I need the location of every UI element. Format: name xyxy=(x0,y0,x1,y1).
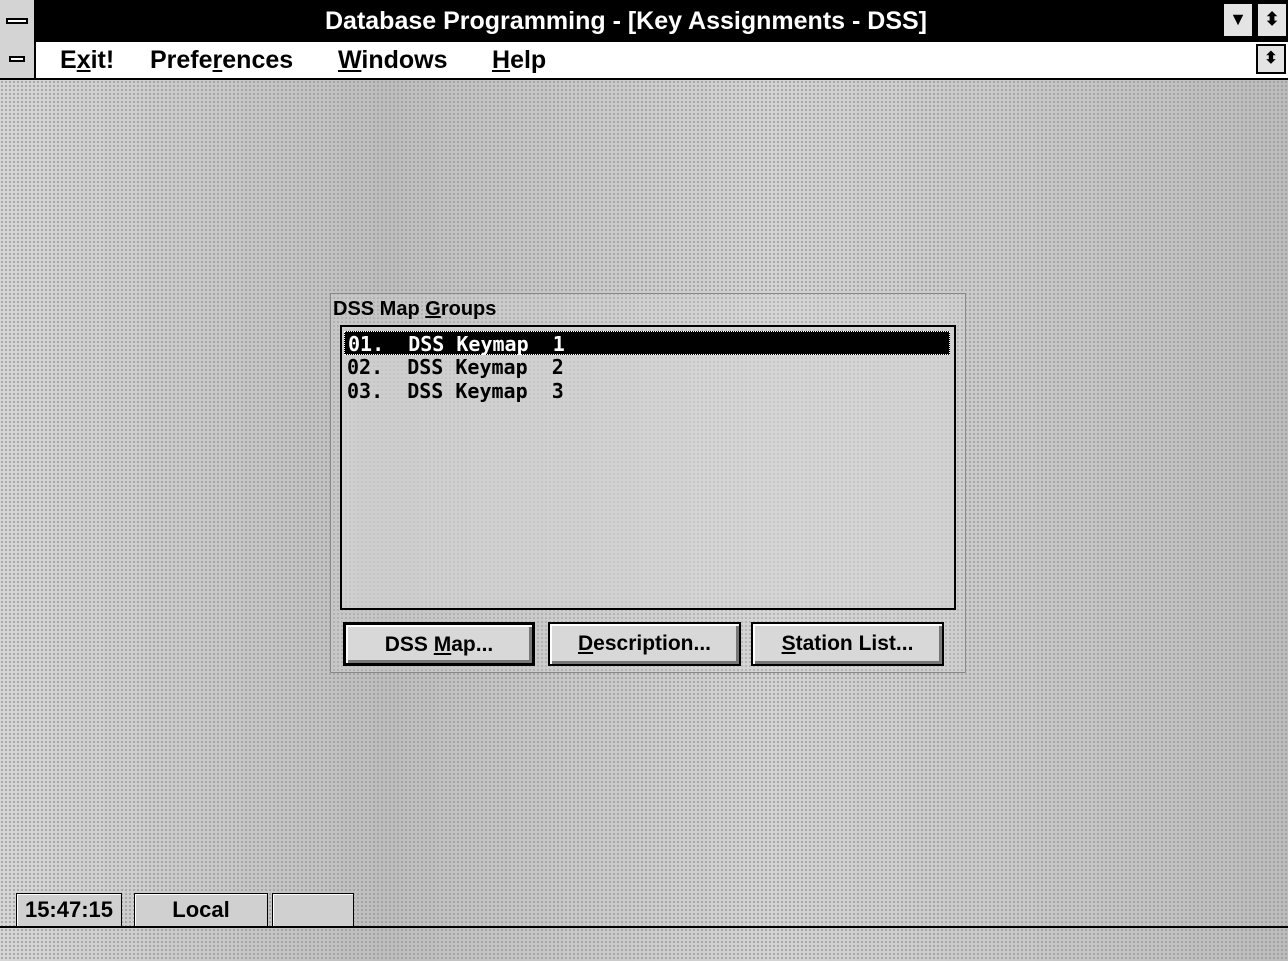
window-title: Database Programming - [Key Assignments … xyxy=(325,7,927,35)
menu-preferences[interactable]: Preferences xyxy=(150,44,293,76)
dss-map-button[interactable]: DSS Map... xyxy=(343,622,535,666)
document-restore-button[interactable]: ⬍ xyxy=(1256,44,1286,74)
document-system-menu-icon[interactable] xyxy=(0,42,36,78)
list-item-dss-keymap-3[interactable]: 03. DSS Keymap 3 xyxy=(344,379,950,403)
status-cell-empty xyxy=(272,893,354,927)
dss-map-groups-label: DSS Map Groups xyxy=(333,298,497,320)
status-divider xyxy=(0,926,1288,928)
station-list-button[interactable]: Station List... xyxy=(751,622,944,666)
minimize-button[interactable]: ▼ xyxy=(1222,2,1254,38)
maximize-button[interactable]: ⬍ xyxy=(1256,2,1288,38)
status-time: 15:47:15 xyxy=(16,893,122,927)
list-item-dss-keymap-2[interactable]: 02. DSS Keymap 2 xyxy=(344,355,950,379)
title-bar: Database Programming - [Key Assignments … xyxy=(0,0,1288,42)
description-button[interactable]: Description... xyxy=(548,622,741,666)
menu-help[interactable]: Help xyxy=(492,44,546,76)
dss-map-groups-list[interactable]: 01. DSS Keymap 1 02. DSS Keymap 2 03. DS… xyxy=(340,325,956,610)
list-item-dss-keymap-1[interactable]: 01. DSS Keymap 1 xyxy=(344,331,950,356)
menu-exit[interactable]: Exit! xyxy=(60,44,114,76)
status-mode: Local xyxy=(134,893,268,927)
menu-windows[interactable]: Windows xyxy=(338,44,448,76)
system-menu-icon[interactable] xyxy=(0,0,36,42)
menu-bar: Exit! Preferences Windows Help ⬍ xyxy=(0,42,1288,80)
